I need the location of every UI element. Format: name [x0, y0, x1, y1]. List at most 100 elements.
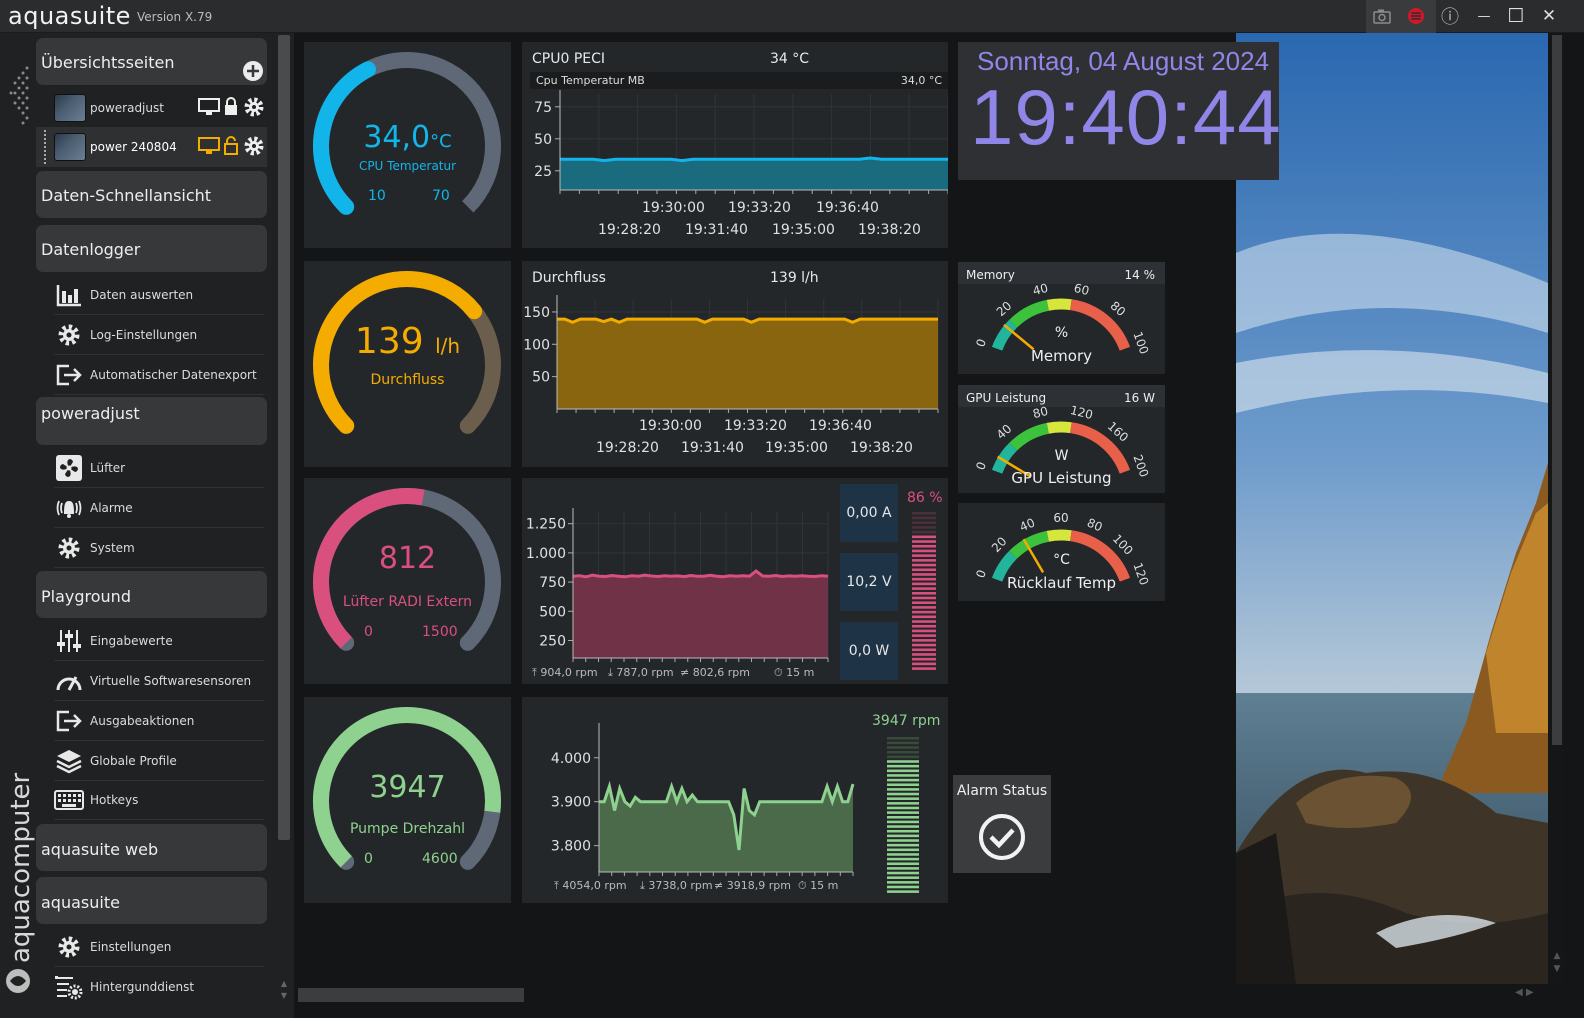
lock-icon[interactable] [223, 97, 239, 117]
sidebar-item-label: Hintergunddienst [90, 980, 195, 994]
x-tick: 19:33:20 [724, 418, 787, 434]
level-segment [912, 535, 936, 539]
sidebar-section-label: Playground [41, 587, 131, 606]
meter-label: Rücklauf Temp [1006, 574, 1117, 592]
sidebar-page-power-240804[interactable]: power 240804 [54, 127, 264, 167]
fan-chart: 1.250 1.000 750 500 250 ⤒ 904,0 rpm ⤓ 787,0 … [522, 478, 948, 684]
x-ticks-top: 19:30:00 19:33:20 19:36:40 [639, 418, 939, 438]
x-tick: 19:36:40 [809, 418, 872, 434]
sidebar-item-luefter[interactable]: Lüfter [54, 448, 264, 488]
y-tick: 3.800 [551, 839, 591, 855]
level-segment [887, 797, 919, 800]
level-segment [887, 871, 919, 875]
export-icon [54, 360, 84, 390]
y-tick: 150 [523, 305, 550, 321]
power-tile: 0,0 W [840, 622, 898, 680]
canvas-vscroll-thumb[interactable] [1552, 35, 1562, 745]
gear-icon[interactable] [243, 96, 265, 118]
camera-icon[interactable] [1371, 5, 1393, 27]
sidebar-item-log-einstellungen[interactable]: Log-Einstellungen [54, 315, 264, 355]
level-segment [912, 521, 936, 524]
sidebar-item-label: Daten auswerten [90, 287, 194, 302]
sidebar-section-label: Datenlogger [41, 240, 141, 259]
meter-tick: 40 [1018, 515, 1038, 534]
level-segment [887, 843, 919, 847]
sidebar-section-logger[interactable]: Datenlogger [36, 225, 267, 272]
sidebar-brand-strip: aquacomputer [6, 66, 36, 993]
sidebar-page-poweradjust[interactable]: poweradjust [54, 88, 264, 128]
drag-handle[interactable] [44, 130, 47, 164]
gear-icon [54, 533, 84, 563]
canvas-vscroll-arrows[interactable]: ▲ ▼ [1551, 950, 1563, 980]
level-segment [887, 890, 919, 893]
x-tick: 19:28:20 [596, 440, 659, 456]
add-page-icon[interactable] [242, 60, 264, 82]
x-tick: 19:33:20 [728, 200, 791, 216]
info-icon[interactable]: ⓘ [1439, 5, 1461, 28]
stat-window: ⏱ 15 m [798, 879, 839, 892]
sidebar-item-hotkeys[interactable]: Hotkeys [54, 780, 264, 820]
gauge-min: 10 [368, 188, 386, 204]
gauge-value: 3947 [369, 770, 446, 805]
stat-min: ⤓ 3738,0 rpm [640, 879, 713, 892]
level-segment [887, 755, 919, 759]
clock-widget: Sonntag, 04 August 2024 19:40:44 [958, 42, 1281, 180]
stat-avg: ≠ 3918,9 rpm [714, 879, 791, 892]
sidebar-section-poweradjust[interactable]: poweradjust [36, 397, 267, 445]
x-tick: 19:36:40 [816, 200, 879, 216]
sidebar-item-ausgabeaktionen[interactable]: Ausgabeaktionen [54, 701, 264, 741]
sidebar-item-daten-auswerten[interactable]: Daten auswerten [54, 275, 264, 315]
service-icon [54, 972, 84, 1002]
sidebar-section-overview[interactable]: Übersichtsseiten [36, 38, 267, 85]
level-segment [887, 834, 919, 838]
sidebar-item-alarme[interactable]: Alarme [54, 488, 264, 528]
sidebar-item-globale-profile[interactable]: Globale Profile [54, 741, 264, 781]
close-icon[interactable]: ✕ [1538, 5, 1560, 27]
level-segment [912, 643, 936, 647]
aquasuite-logo-icon[interactable] [1405, 5, 1427, 27]
cpu-temperature-gauge: 34,0°C CPU Temperatur 10 70 [304, 42, 511, 248]
level-segment [912, 648, 936, 652]
monitor-icon[interactable] [198, 98, 220, 116]
sidebar-scroll-arrows[interactable]: ▲ ▼ [278, 978, 290, 1004]
y-tick: 500 [539, 604, 566, 620]
meter-tick: 40 [1031, 281, 1049, 298]
y-tick: 25 [534, 164, 552, 180]
maximize-icon[interactable]: ☐ [1505, 5, 1527, 27]
gear-icon [54, 320, 84, 350]
sidebar-item-einstellungen[interactable]: Einstellungen [54, 927, 264, 967]
meter-tick: 20 [994, 299, 1015, 320]
x-tick: 19:38:20 [858, 222, 921, 238]
level-segment [912, 653, 936, 656]
sidebar-item-hintergrunddienst[interactable]: Hintergunddienst [54, 967, 264, 1007]
sidebar-item-system[interactable]: System [54, 528, 264, 568]
sidebar-section-playground[interactable]: Playground [36, 571, 267, 618]
gauge-label: CPU Temperatur [358, 159, 457, 173]
level-segment [887, 764, 919, 768]
alarm-status-widget[interactable]: Alarm Status [953, 775, 1051, 873]
sidebar-scrollbar[interactable] [278, 35, 290, 840]
y-tick: 75 [534, 100, 552, 116]
level-segment [912, 639, 936, 642]
sidebar-section-quickview[interactable]: Daten-Schnellansicht [36, 171, 267, 218]
unlock-icon[interactable] [223, 136, 239, 156]
canvas-hscroll-thumb[interactable] [298, 988, 524, 1002]
sidebar-item-label: Log-Einstellungen [90, 327, 198, 342]
gear-icon[interactable] [243, 135, 265, 157]
sidebar-item-datenexport[interactable]: Automatischer Datenexport [54, 355, 264, 395]
minimize-icon[interactable]: — [1473, 5, 1495, 27]
level-segment [912, 596, 936, 600]
gpu-power-meter: GPU Leistung 16 W 0 40 80 120 160 200 W GPU L… [958, 385, 1165, 493]
sidebar-item-eingabewerte[interactable]: Eingabewerte [54, 621, 264, 661]
voltage-tile: 10,2 V [840, 553, 898, 611]
x-tick: 19:31:40 [685, 222, 748, 238]
level-segment [887, 783, 919, 787]
sidebar-item-softwaresensoren[interactable]: Virtuelle Softwaresensoren [54, 661, 264, 701]
sidebar-section-aquasuite[interactable]: aquasuite [36, 877, 267, 924]
memory-meter: Memory 14 % 0 20 40 60 80 100 % Memory [958, 262, 1165, 374]
level-segment [887, 737, 919, 740]
monitor-icon[interactable] [198, 137, 220, 155]
meter-unit: °C [1053, 552, 1070, 568]
sidebar-section-web[interactable]: aquasuite web [36, 824, 267, 871]
canvas-hscroll-arrows[interactable]: ◀ ▶ [1515, 987, 1547, 1001]
